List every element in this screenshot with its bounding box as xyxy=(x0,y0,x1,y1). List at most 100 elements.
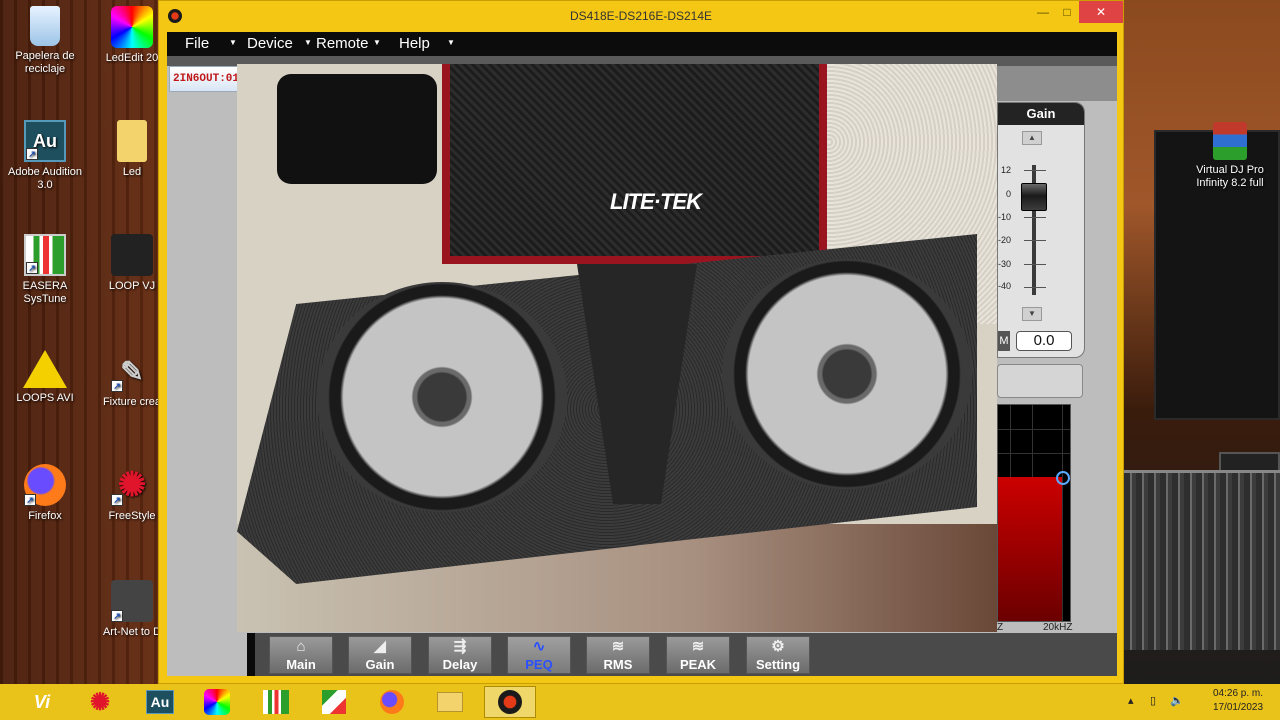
gain-value-field[interactable]: 0.0 xyxy=(1016,331,1072,351)
gain-scale-label: -20 xyxy=(998,235,1012,245)
tray-volume-icon[interactable]: 🔈 xyxy=(1170,694,1184,707)
adobe-audition-icon: Au ↗ xyxy=(24,120,66,162)
nav-gain-button[interactable]: ◢ Gain xyxy=(348,636,412,674)
fader-tick xyxy=(1024,287,1046,288)
channel-selector-box[interactable] xyxy=(997,364,1083,398)
shortcut-arrow-icon: ↗ xyxy=(111,494,123,506)
ds-dsp-app-icon[interactable] xyxy=(484,686,536,718)
gain-up-button[interactable]: ▲ xyxy=(1022,131,1042,145)
desktop-icon-label: Adobe Audition 3.0 xyxy=(7,166,82,191)
gain-panel: Gain ▲ 12 0 -10 -20 -30 -40 ▼ M 0.0 xyxy=(997,102,1085,358)
photo-road-case: LITE·TEK xyxy=(442,64,827,264)
home-icon: ⌂ xyxy=(296,638,306,655)
tab-io-config[interactable]: 2IN6OUT:01 xyxy=(169,66,239,92)
desktop-icon-virtual-dj[interactable]: Virtual DJ Pro Infinity 8.2 full xyxy=(1188,122,1272,190)
eq-grid-line xyxy=(1062,405,1063,621)
folder-icon xyxy=(117,120,147,162)
nav-label: Gain xyxy=(365,657,395,672)
bottom-nav-bar: ⌂ Main ◢ Gain ⇶ Delay ∿ PEQ ≋ RMS ≋ PEAK xyxy=(247,633,1117,676)
chevron-down-icon: ▼ xyxy=(373,38,381,47)
speaker-cabinet-photo: LITE·TEK xyxy=(237,64,997,632)
desktop-icon-easera[interactable]: ↗ EASERA SysTune xyxy=(5,234,85,306)
fixture-icon: ✎ ↗ xyxy=(111,350,153,392)
recycle-bin-icon xyxy=(30,6,60,46)
gain-scale-label: -10 xyxy=(998,212,1012,222)
taskbar-clock[interactable]: 04:26 p. m. 17/01/2023 xyxy=(1198,687,1278,715)
nav-delay-button[interactable]: ⇶ Delay xyxy=(428,636,492,674)
desktop-icon-label: Art-Net to D xyxy=(102,626,162,638)
easera-glyph xyxy=(263,690,289,714)
artnet-icon: ↗ xyxy=(111,580,153,622)
file-explorer-icon[interactable] xyxy=(430,688,470,716)
menu-help[interactable]: Help xyxy=(399,35,430,52)
menu-device[interactable]: Device xyxy=(247,35,293,52)
nav-peak-button[interactable]: ≋ PEAK xyxy=(666,636,730,674)
desktop-icon-label: LedEdit 20 xyxy=(105,52,159,64)
tray-power-icon[interactable]: ▯ xyxy=(1150,694,1156,707)
desktop-icon-firefox[interactable]: ↗ Firefox xyxy=(5,464,85,523)
ledEdit-glyph xyxy=(204,689,230,715)
desktop-icon-recycle-bin[interactable]: Papelera de reciclaje xyxy=(5,6,85,76)
desktop-icon-label: Led xyxy=(122,166,142,178)
ledEdit-icon[interactable] xyxy=(197,688,237,716)
firefox-glyph xyxy=(380,690,404,714)
gain-scale-label: -40 xyxy=(998,281,1012,291)
gain-fader-knob[interactable] xyxy=(1021,183,1047,211)
desktop-icon-label: Firefox xyxy=(28,510,62,522)
chevron-down-icon: ▼ xyxy=(447,38,455,47)
close-button[interactable]: ✕ xyxy=(1079,1,1123,23)
freestyle-icon[interactable]: ✺ xyxy=(80,688,120,716)
desktop-icon-label: Papelera de reciclaje xyxy=(15,50,75,75)
warning-icon xyxy=(23,350,67,388)
delay-icon: ⇶ xyxy=(453,638,467,655)
winrar-icon xyxy=(1213,122,1247,160)
easera-icon[interactable] xyxy=(256,688,296,716)
taskbar: Vi ✺ Au ▴ ▯ 🔈 04:26 p. m. 17/01/2023 xyxy=(0,684,1280,720)
desktop-icon-loops-avi[interactable]: LOOPS AVI xyxy=(5,350,85,405)
ds-dsp-glyph xyxy=(498,690,522,714)
nav-label: Setting xyxy=(755,657,801,672)
eq-grid-line xyxy=(998,453,1070,454)
nav-label: Delay xyxy=(442,657,478,672)
photo-bag xyxy=(277,74,437,184)
adobe-audition-icon[interactable]: Au xyxy=(140,688,180,716)
desktop-icon-adobe-audition[interactable]: Au ↗ Adobe Audition 3.0 xyxy=(5,120,85,192)
nav-peq-button[interactable]: ∿ PEQ xyxy=(507,636,571,674)
easera-icon: ↗ xyxy=(24,234,66,276)
gain-down-button[interactable]: ▼ xyxy=(1022,307,1042,321)
audition-icon-text: Au xyxy=(33,130,57,151)
eq-grid-line xyxy=(998,429,1070,430)
shortcut-arrow-icon: ↗ xyxy=(111,610,123,622)
shortcut-arrow-icon: ↗ xyxy=(26,262,38,274)
eq-response-graph[interactable] xyxy=(997,404,1071,622)
maximize-button[interactable]: □ xyxy=(1055,1,1079,23)
gain-mute-button[interactable]: M xyxy=(998,331,1010,351)
window-title: DS418E-DS216E-DS214E xyxy=(569,9,713,23)
shortcut-arrow-icon: ↗ xyxy=(24,494,36,506)
folder-glyph xyxy=(437,692,463,712)
vi-icon-text: Vi xyxy=(33,691,51,712)
chevron-down-icon: ▼ xyxy=(229,38,237,47)
menu-file[interactable]: File xyxy=(185,35,209,52)
dmx-icon[interactable] xyxy=(314,688,354,716)
gain-scale-label: 0 xyxy=(1005,189,1011,199)
fader-tick xyxy=(1024,264,1046,265)
firefox-icon[interactable] xyxy=(372,688,412,716)
vi-icon[interactable]: Vi xyxy=(22,688,62,716)
menu-remote[interactable]: Remote xyxy=(316,35,369,52)
shortcut-arrow-icon: ↗ xyxy=(111,380,123,392)
title-bar[interactable]: DS418E-DS216E-DS214E — □ ✕ xyxy=(159,1,1123,31)
tray-chevron-up-icon[interactable]: ▴ xyxy=(1128,694,1134,707)
photo-woofer-left xyxy=(317,282,567,512)
nav-main-button[interactable]: ⌂ Main xyxy=(269,636,333,674)
rms-wave-icon: ≋ xyxy=(611,638,625,655)
gain-ramp-icon: ◢ xyxy=(374,638,386,655)
peak-wave-icon: ≋ xyxy=(691,638,705,655)
case-brand-logo: LITE·TEK xyxy=(610,189,702,214)
nav-setting-button[interactable]: ⚙ Setting xyxy=(746,636,810,674)
eq-filter-node[interactable] xyxy=(1056,471,1070,485)
nav-rms-button[interactable]: ≋ RMS xyxy=(586,636,650,674)
clock-time: 04:26 p. m. xyxy=(1212,688,1264,699)
nav-label: PEAK xyxy=(679,657,717,672)
minimize-button[interactable]: — xyxy=(1031,1,1055,23)
